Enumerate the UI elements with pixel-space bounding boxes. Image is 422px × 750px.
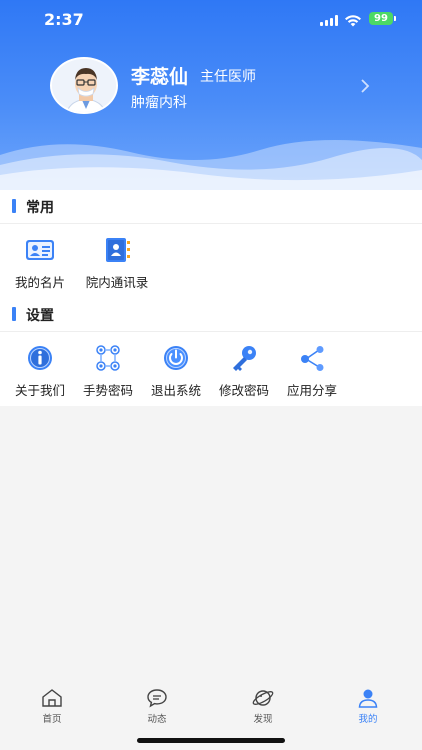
item-label: 我的名片: [14, 275, 65, 290]
gesture-password-button[interactable]: 手势密码: [74, 344, 142, 399]
contacts-book-icon: [101, 236, 133, 264]
tab-label: 我的: [358, 714, 378, 725]
common-grid: 我的名片 院内通讯录: [0, 224, 422, 298]
doctor-department: 肿瘤内科: [131, 95, 187, 111]
power-icon: [160, 344, 192, 372]
section-label: 常用: [26, 200, 54, 216]
key-icon: [228, 344, 260, 372]
status-time: 2:37: [44, 10, 84, 29]
hospital-contacts-button[interactable]: 院内通讯录: [82, 236, 152, 291]
settings-grid: 关于我们 手势密码 退出系统 修改密码 应用分享: [0, 332, 422, 406]
my-business-card-button[interactable]: 我的名片: [6, 236, 74, 291]
change-password-button[interactable]: 修改密码: [210, 344, 278, 399]
wave-decoration: [0, 139, 422, 190]
status-bar: 2:37 99: [0, 0, 422, 40]
tab-mine[interactable]: 我的: [338, 688, 398, 725]
planet-icon: [252, 690, 274, 706]
item-label: 关于我们: [14, 383, 65, 398]
info-icon: [24, 344, 56, 372]
gesture-pattern-icon: [92, 344, 124, 372]
share-icon: [296, 344, 328, 372]
app-share-button[interactable]: 应用分享: [278, 344, 346, 399]
profile-screen: 2:37 99 李蕊仙 主任医师 肿瘤内科 常用 我的名片 院内通讯录 设置 关…: [0, 0, 422, 750]
section-accent-bar: [12, 199, 16, 213]
tab-discover[interactable]: 发现: [233, 688, 293, 725]
item-label: 退出系统: [150, 383, 201, 398]
tab-activity[interactable]: 动态: [127, 688, 187, 725]
wifi-icon: [344, 12, 362, 31]
tab-label: 首页: [42, 714, 62, 725]
chevron-right-icon[interactable]: [360, 78, 370, 93]
tab-home[interactable]: 首页: [22, 688, 82, 725]
home-icon: [42, 689, 62, 707]
item-label: 院内通讯录: [85, 275, 149, 290]
doctor-title: 主任医师: [200, 69, 256, 85]
item-label: 修改密码: [218, 383, 269, 398]
battery-icon: 99: [369, 12, 396, 25]
item-label: 手势密码: [82, 383, 133, 398]
section-header-common: 常用: [0, 190, 422, 224]
tab-label: 发现: [253, 714, 273, 725]
cellular-signal-icon: [320, 15, 338, 26]
chat-bubble-icon: [147, 689, 167, 708]
profile-header: 2:37 99 李蕊仙 主任医师 肿瘤内科: [0, 0, 422, 190]
doctor-name: 李蕊仙: [131, 66, 189, 88]
logout-button[interactable]: 退出系统: [142, 344, 210, 399]
section-header-settings: 设置: [0, 298, 422, 332]
home-indicator: [137, 738, 285, 743]
avatar[interactable]: [50, 57, 118, 114]
user-icon: [358, 689, 378, 708]
about-us-button[interactable]: 关于我们: [6, 344, 74, 399]
section-accent-bar: [12, 307, 16, 321]
tab-label: 动态: [147, 714, 167, 725]
section-label: 设置: [26, 308, 54, 324]
business-card-icon: [24, 236, 56, 264]
item-label: 应用分享: [286, 383, 337, 398]
